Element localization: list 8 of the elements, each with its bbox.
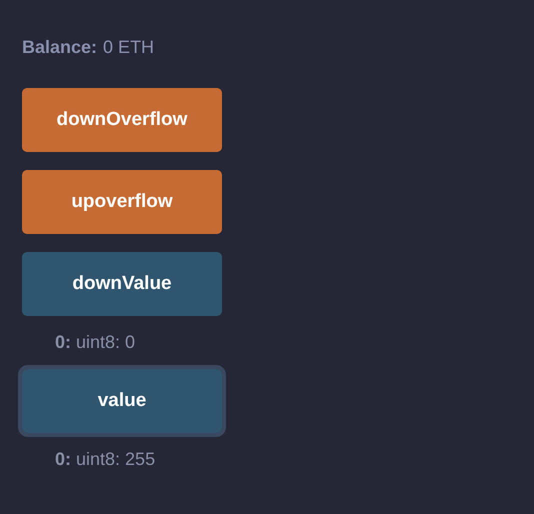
function-button[interactable]: downOverflow (22, 88, 222, 152)
output-value: 0: uint8: 0 (55, 332, 136, 353)
balance-label: Balance: (22, 37, 98, 58)
output-value: 0: uint8: 255 (55, 449, 156, 470)
function-button[interactable]: value (18, 365, 226, 437)
balance-value: 0 ETH (103, 37, 154, 58)
function-button[interactable]: upoverflow (22, 170, 222, 234)
function-button[interactable]: downValue (22, 252, 222, 316)
